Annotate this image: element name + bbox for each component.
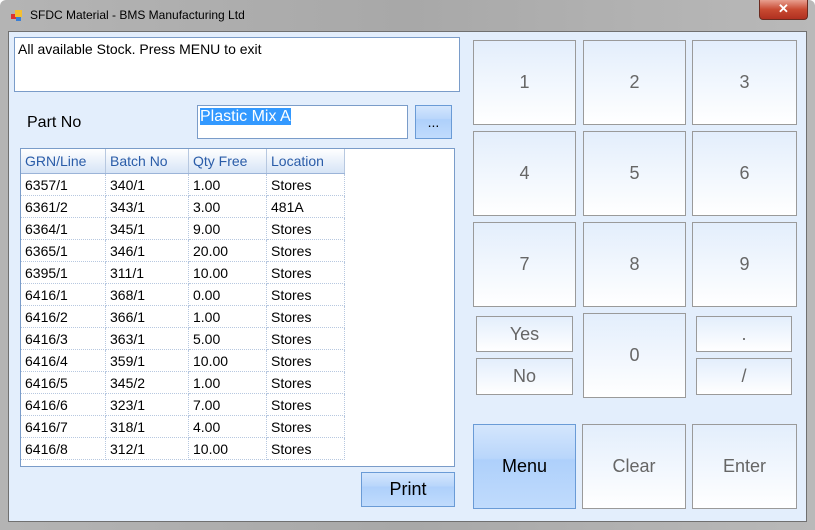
table-row[interactable]: 6416/3 363/1 5.00 Stores [21,327,345,350]
table-cell: 345/2 [105,371,189,394]
table-cell: 323/1 [105,393,189,416]
table-cell: Stores [266,239,345,262]
table-cell: 312/1 [105,437,189,460]
stock-grid[interactable]: GRN/Line Batch No Qty Free Location 6357… [20,148,455,467]
table-cell: 368/1 [105,283,189,306]
table-row[interactable]: 6416/4 359/1 10.00 Stores [21,349,345,372]
key-dot[interactable]: . [696,316,792,352]
table-cell: 10.00 [188,349,267,372]
key-3[interactable]: 3 [692,40,797,125]
table-cell: 6416/6 [21,393,106,416]
table-cell: Stores [266,393,345,416]
table-cell: Stores [266,415,345,438]
table-cell: 9.00 [188,217,267,240]
table-cell: 311/1 [105,261,189,284]
table-row[interactable]: 6416/6 323/1 7.00 Stores [21,393,345,416]
table-row[interactable]: 6357/1 340/1 1.00 Stores [21,173,345,196]
menu-button[interactable]: Menu [473,424,576,509]
no-button[interactable]: No [476,358,573,395]
enter-button[interactable]: Enter [692,424,797,509]
clear-button[interactable]: Clear [582,424,686,509]
table-cell: 340/1 [105,173,189,196]
table-cell: 1.00 [188,173,267,196]
table-cell: 0.00 [188,283,267,306]
table-cell: 6364/1 [21,217,106,240]
table-cell: 318/1 [105,415,189,438]
table-cell: 5.00 [188,327,267,350]
table-cell: 10.00 [188,261,267,284]
column-header[interactable]: GRN/Line [21,149,106,174]
table-cell: 6416/3 [21,327,106,350]
table-cell: 20.00 [188,239,267,262]
table-cell: 6416/7 [21,415,106,438]
table-cell: Stores [266,283,345,306]
table-cell: Stores [266,305,345,328]
table-cell: 6365/1 [21,239,106,262]
yes-button[interactable]: Yes [476,316,573,352]
table-cell: 10.00 [188,437,267,460]
table-row[interactable]: 6361/2 343/1 3.00 481A [21,195,345,218]
table-cell: 343/1 [105,195,189,218]
part-no-input[interactable]: Plastic Mix A [197,105,408,139]
table-row[interactable]: 6416/1 368/1 0.00 Stores [21,283,345,306]
table-row[interactable]: 6416/5 345/2 1.00 Stores [21,371,345,394]
table-row[interactable]: 6364/1 345/1 9.00 Stores [21,217,345,240]
window-title: SFDC Material - BMS Manufacturing Ltd [30,8,245,22]
table-cell: 6361/2 [21,195,106,218]
table-cell: 7.00 [188,393,267,416]
table-cell: 3.00 [188,195,267,218]
table-cell: 6416/2 [21,305,106,328]
part-no-label: Part No [27,114,82,131]
key-9[interactable]: 9 [692,222,797,307]
table-row[interactable]: 6395/1 311/1 10.00 Stores [21,261,345,284]
browse-button[interactable]: ... [415,105,452,139]
table-cell: Stores [266,261,345,284]
table-cell: Stores [266,371,345,394]
table-cell: 6395/1 [21,261,106,284]
key-8[interactable]: 8 [583,222,686,307]
table-cell: 6416/4 [21,349,106,372]
table-cell: Stores [266,327,345,350]
key-5[interactable]: 5 [583,131,686,216]
table-cell: Stores [266,349,345,372]
column-header[interactable]: Location [266,149,345,174]
close-button[interactable]: ✕ [759,0,808,20]
key-4[interactable]: 4 [473,131,576,216]
key-7[interactable]: 7 [473,222,576,307]
table-cell: 1.00 [188,305,267,328]
table-row[interactable]: 6416/2 366/1 1.00 Stores [21,305,345,328]
table-cell: 6357/1 [21,173,106,196]
key-2[interactable]: 2 [583,40,686,125]
table-cell: 1.00 [188,371,267,394]
key-1[interactable]: 1 [473,40,576,125]
table-cell: 359/1 [105,349,189,372]
table-row[interactable]: 6365/1 346/1 20.00 Stores [21,239,345,262]
part-no-value: Plastic Mix A [200,108,291,125]
print-button[interactable]: Print [361,472,455,507]
table-cell: 6416/5 [21,371,106,394]
key-slash[interactable]: / [696,358,792,395]
table-cell: Stores [266,217,345,240]
app-icon [11,10,23,22]
table-cell: 6416/1 [21,283,106,306]
table-cell: 363/1 [105,327,189,350]
table-row[interactable]: 6416/8 312/1 10.00 Stores [21,437,345,460]
table-cell: 366/1 [105,305,189,328]
table-cell: 4.00 [188,415,267,438]
window: SFDC Material - BMS Manufacturing Ltd ✕ … [0,0,815,530]
column-header[interactable]: Qty Free [188,149,267,174]
table-cell: 6416/8 [21,437,106,460]
key-0[interactable]: 0 [583,313,686,398]
column-header[interactable]: Batch No [105,149,189,174]
table-cell: Stores [266,437,345,460]
key-6[interactable]: 6 [692,131,797,216]
table-cell: 481A [266,195,345,218]
table-row[interactable]: 6416/7 318/1 4.00 Stores [21,415,345,438]
table-cell: 346/1 [105,239,189,262]
message-box: All available Stock. Press MENU to exit [14,37,460,92]
table-cell: 345/1 [105,217,189,240]
table-cell: Stores [266,173,345,196]
